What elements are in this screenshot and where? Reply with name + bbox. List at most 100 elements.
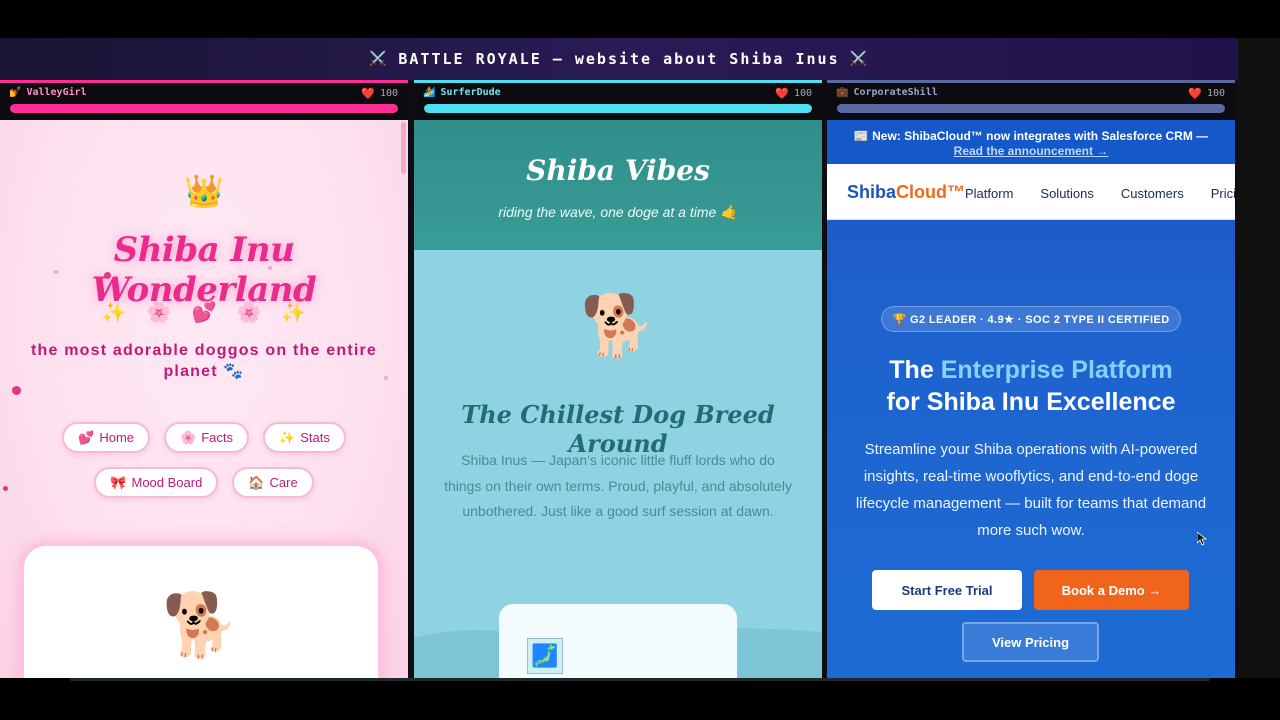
- battle-banner: ⚔️ BATTLE ROYALE — website about Shiba I…: [0, 38, 1238, 80]
- hp-bar: [10, 104, 398, 113]
- nav-facts-button[interactable]: 🌸 Facts: [164, 422, 250, 453]
- nav-home-button[interactable]: 💕 Home: [62, 422, 151, 453]
- certification-badge: 🏆 G2 LEADER · 4.9★ · SOC 2 TYPE II CERTI…: [881, 306, 1181, 332]
- bottom-divider: [70, 678, 1210, 681]
- valleygirl-panel: 💅 ValleyGirl ❤️ 100 👑 Shiba Inu Wonderla…: [0, 80, 408, 678]
- player-name: 🏄 SurferDude: [423, 87, 501, 98]
- announcement-link[interactable]: Read the announcement →: [954, 144, 1109, 158]
- corporateshill-site: 📰 New: ShibaCloud™ now integrates with S…: [827, 120, 1235, 678]
- bottom-bar: [0, 678, 1280, 720]
- panel-accent-line: [414, 80, 822, 83]
- section-description: Shiba Inus — Japan's iconic little fluff…: [444, 452, 792, 519]
- hp-value: 100: [1206, 88, 1225, 99]
- start-free-trial-button[interactable]: Start Free Trial: [872, 570, 1022, 610]
- nav-platform-link[interactable]: Platform: [965, 186, 1013, 201]
- cherry-blossom-icon: 🌸: [236, 300, 262, 324]
- dog-icon: 🐕: [162, 588, 240, 661]
- hp-value: 100: [793, 88, 812, 99]
- sparkles-icon: ✨: [101, 300, 127, 324]
- sparkles-icon: ✨: [279, 429, 296, 445]
- scrollbar-thumb[interactable]: [401, 122, 406, 174]
- heading-prefix: The: [889, 356, 941, 384]
- hp-bar-fill: [424, 104, 812, 113]
- player-name-label: ValleyGirl: [26, 87, 87, 98]
- nav-solutions-link[interactable]: Solutions: [1040, 186, 1093, 201]
- nav-mood-board-button[interactable]: 🎀 Mood Board: [94, 467, 219, 498]
- dog-card: 🐕: [24, 546, 378, 678]
- site-title: Shiba Vibes: [526, 154, 710, 187]
- window-edge: [1238, 38, 1280, 678]
- logo-part: Cloud™: [896, 182, 966, 202]
- dog-icon: 🐕: [580, 291, 656, 361]
- japan-map-icon: 🗾: [527, 638, 563, 674]
- nail-polish-icon: 💅: [9, 87, 22, 98]
- hp-value: 100: [379, 88, 398, 99]
- player-header: 🏄 SurferDude ❤️ 100: [414, 80, 822, 120]
- heart-icon: ❤️: [775, 87, 789, 100]
- player-hp: ❤️ 100: [361, 87, 398, 100]
- player-header: 💅 ValleyGirl ❤️ 100: [0, 80, 408, 120]
- panel-accent-line: [0, 80, 408, 83]
- player-hp: ❤️ 100: [1188, 87, 1225, 100]
- corporateshill-panel: 💼 CorporateShill ❤️ 100 📰 New: ShibaClou…: [827, 80, 1235, 678]
- nav-stats-button[interactable]: ✨ Stats: [263, 422, 346, 453]
- banner-title: BATTLE ROYALE — website about Shiba Inus: [398, 50, 840, 68]
- cherry-blossom-icon: 🌸: [146, 300, 172, 324]
- nav-label: Mood Board: [131, 475, 203, 490]
- site-nav: 💕 Home 🌸 Facts ✨ Stats 🎀 Mood Board 🏠 Care: [0, 422, 408, 498]
- valleygirl-site: 👑 Shiba Inu Wonderland ✨ 🌸 💕 🌸 ✨ the mos…: [0, 120, 408, 678]
- nav-label: Home: [99, 430, 135, 445]
- newspaper-icon: 📰: [853, 129, 869, 143]
- panel-accent-line: [827, 80, 1235, 83]
- site-tagline: the most adorable doggos on the entire p…: [30, 342, 378, 380]
- ribbon-icon: 🎀: [110, 474, 127, 490]
- hero-description: Streamline your Shiba operations with AI…: [855, 441, 1207, 539]
- surfer-icon: 🏄: [423, 87, 436, 98]
- glitter-dot: [12, 386, 21, 395]
- crossed-swords-icon: ⚔️: [368, 51, 389, 67]
- crown-icon: 👑: [184, 172, 224, 210]
- nav-label: Care: [269, 475, 298, 490]
- announcement-bar: 📰 New: ShibaCloud™ now integrates with S…: [827, 120, 1235, 164]
- player-name: 💅 ValleyGirl: [9, 87, 87, 98]
- player-header: 💼 CorporateShill ❤️ 100: [827, 80, 1235, 120]
- heart-icon: ❤️: [1188, 87, 1202, 100]
- player-hp: ❤️ 100: [775, 87, 812, 100]
- heart-icon: ❤️: [361, 87, 375, 100]
- hero-heading: The Enterprise Platform for Shiba Inu Ex…: [827, 354, 1235, 418]
- surferdude-panel: 🏄 SurferDude ❤️ 100 Shiba Vibes riding t…: [414, 80, 822, 678]
- brand-logo[interactable]: ShibaCloud™: [847, 182, 965, 203]
- sparkles-icon: ✨: [281, 300, 307, 324]
- logo-part: Shiba: [847, 182, 897, 202]
- crossed-swords-icon: ⚔️: [849, 51, 870, 67]
- announcement-text: New: ShibaCloud™ now integrates with Sal…: [872, 129, 1209, 143]
- top-nav: ShibaCloud™ Platform Solutions Customers…: [827, 164, 1235, 220]
- nav-links: Platform Solutions Customers Pricing: [965, 186, 1235, 201]
- nav-label: Stats: [300, 430, 330, 445]
- heading-highlight: Enterprise Platform: [940, 356, 1173, 384]
- player-name: 💼 CorporateShill: [836, 87, 938, 98]
- briefcase-icon: 💼: [836, 87, 849, 98]
- view-pricing-button[interactable]: View Pricing: [962, 622, 1099, 662]
- nav-care-button[interactable]: 🏠 Care: [232, 467, 314, 498]
- nav-label: Facts: [201, 430, 234, 445]
- site-subtitle: riding the wave, one doge at a time 🤙: [498, 204, 738, 220]
- player-name-label: SurferDude: [440, 87, 501, 98]
- heading-suffix: for Shiba Inu Excellence: [886, 388, 1176, 416]
- surferdude-site: Shiba Vibes riding the wave, one doge at…: [414, 120, 822, 678]
- map-card: 🗾: [499, 604, 737, 678]
- sparkle-row: ✨ 🌸 💕 🌸 ✨: [0, 300, 408, 324]
- two-hearts-icon: 💕: [191, 300, 217, 324]
- two-hearts-icon: 💕: [78, 429, 95, 445]
- mouse-cursor-icon: [1197, 532, 1207, 546]
- battle-stage: ⚔️ BATTLE ROYALE — website about Shiba I…: [0, 38, 1238, 678]
- hp-bar: [837, 104, 1225, 113]
- book-demo-button[interactable]: Book a Demo →: [1034, 570, 1189, 610]
- nav-pricing-link[interactable]: Pricing: [1211, 186, 1235, 201]
- site-title: Shiba Inu Wonderland: [91, 230, 317, 310]
- hero-section: Shiba Vibes riding the wave, one doge at…: [414, 120, 822, 250]
- nav-customers-link[interactable]: Customers: [1121, 186, 1184, 201]
- hp-bar: [424, 104, 812, 113]
- player-name-label: CorporateShill: [853, 87, 938, 98]
- cherry-blossom-icon: 🌸: [180, 429, 197, 445]
